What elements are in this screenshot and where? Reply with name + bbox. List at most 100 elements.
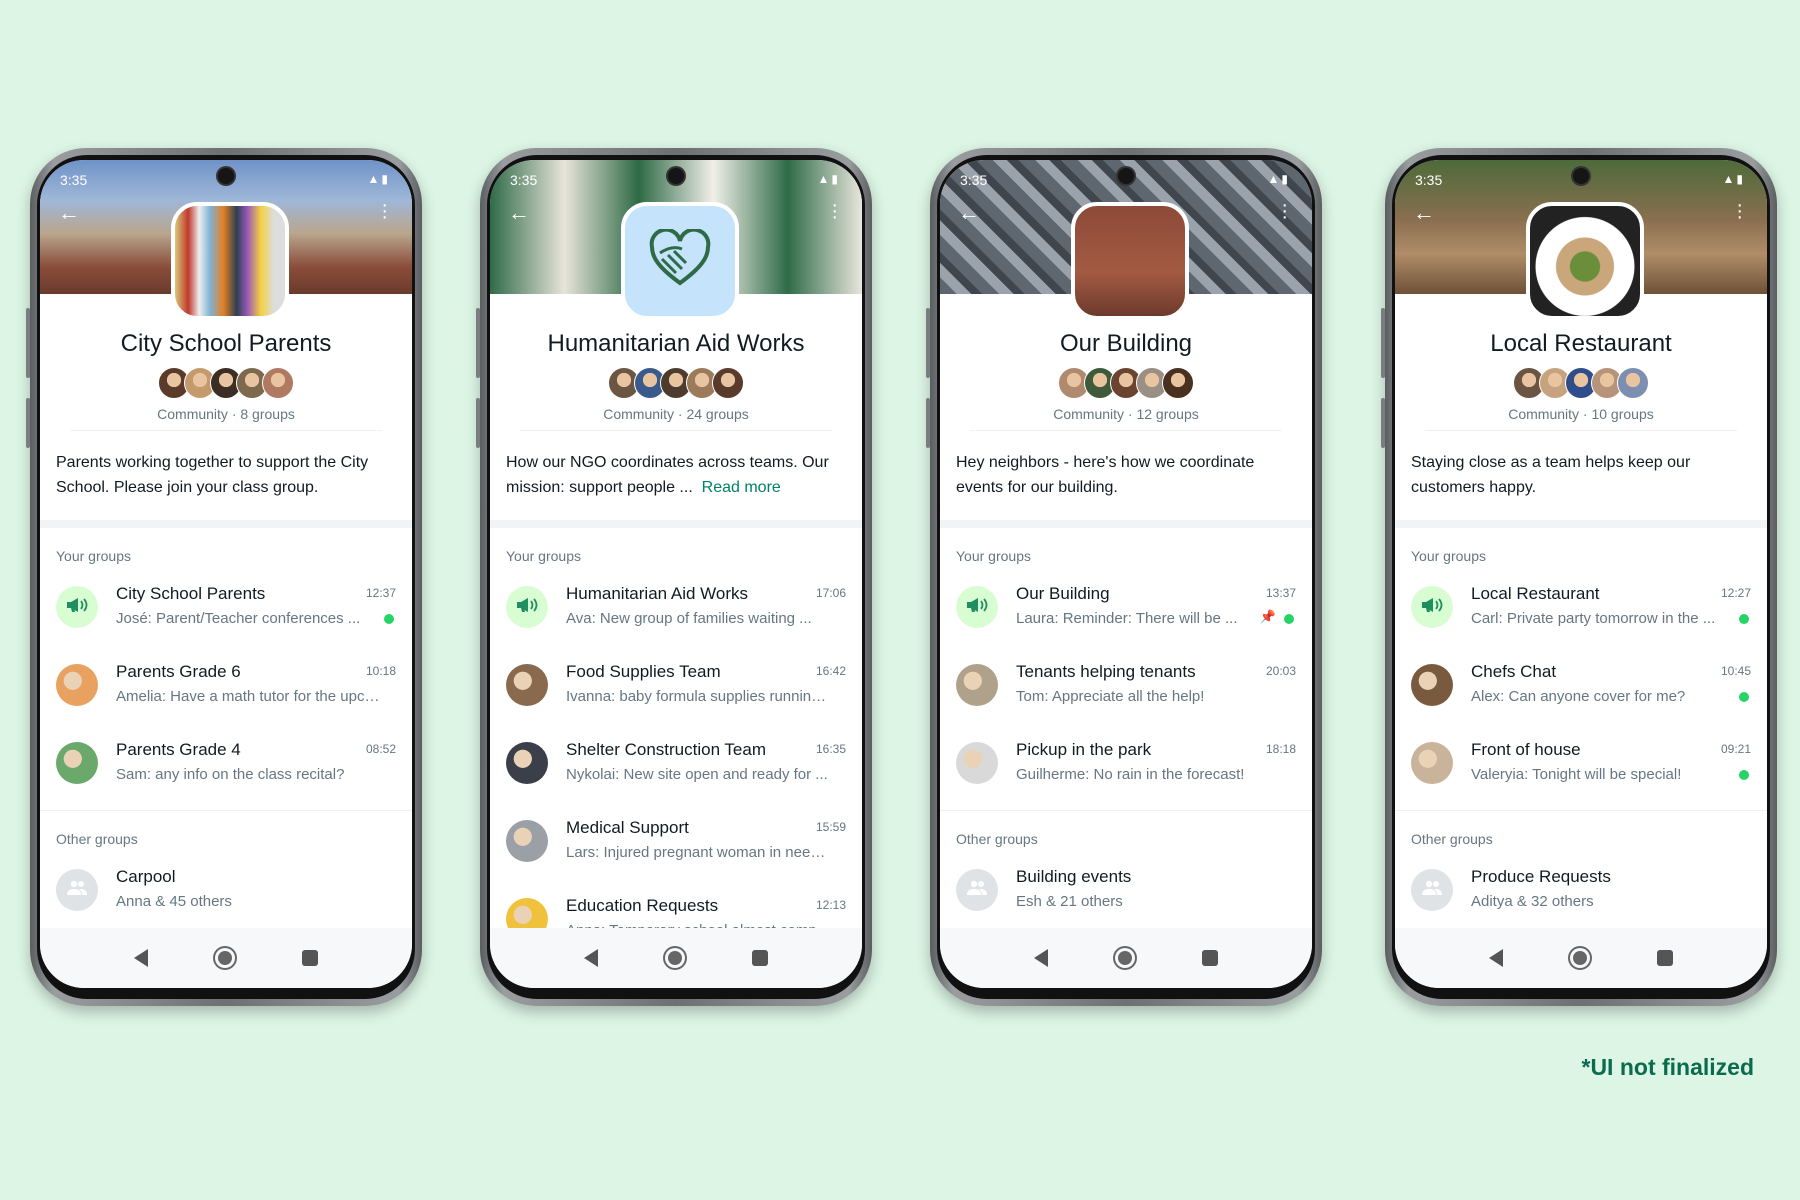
community-icon[interactable] bbox=[1071, 202, 1189, 320]
group-name: Our Building bbox=[1016, 584, 1110, 603]
back-arrow-icon[interactable]: ← bbox=[508, 200, 530, 226]
description-text: Staying close as a team helps keep our c… bbox=[1411, 454, 1691, 496]
community-meta: Community · 8 groups bbox=[157, 406, 295, 422]
groups-list[interactable]: Your groups Local Restaurant 12:27 Carl: Pr… bbox=[1395, 528, 1767, 928]
group-row[interactable]: Pickup in the park 18:18 Guilherme: No rai… bbox=[940, 732, 1312, 810]
announcement-group-avatar bbox=[956, 586, 998, 628]
pin-icon: 📌 bbox=[1259, 609, 1276, 624]
android-nav-bar bbox=[1395, 928, 1767, 988]
megaphone-icon bbox=[516, 597, 538, 618]
nav-back-icon[interactable] bbox=[1034, 949, 1048, 967]
group-row[interactable]: Parents Grade 6 10:18 Amelia: Have a math … bbox=[40, 654, 412, 732]
community-icon[interactable] bbox=[171, 202, 289, 320]
nav-recents-icon[interactable] bbox=[1202, 950, 1218, 966]
member-avatar bbox=[1617, 367, 1649, 399]
nav-back-icon[interactable] bbox=[1489, 949, 1503, 967]
front-camera bbox=[218, 168, 234, 184]
group-members: Anna & 45 others bbox=[116, 893, 232, 910]
other-group-row[interactable]: Carpool Anna & 45 others bbox=[40, 859, 412, 928]
group-last-message: Valeryia: Tonight will be special! bbox=[1471, 766, 1682, 783]
group-last-message: Guilherme: No rain in the forecast! bbox=[1016, 766, 1245, 783]
megaphone-icon bbox=[66, 597, 88, 618]
nav-home-icon[interactable] bbox=[218, 951, 232, 965]
group-row[interactable]: Medical Support 15:59 Lars: Injured pregna… bbox=[490, 810, 862, 888]
group-time: 13:37 bbox=[1265, 586, 1296, 600]
phone-screen: 3:35 ▲▮ ← · · · Our Building Community · 12 gro… bbox=[940, 160, 1312, 988]
group-time: 16:35 bbox=[815, 742, 846, 756]
groups-list[interactable]: Your groups Our Building 13:37 Laura: Remin… bbox=[940, 528, 1312, 928]
groups-list[interactable]: Your groups Humanitarian Aid Works 17:06 Av… bbox=[490, 528, 862, 928]
member-avatars[interactable] bbox=[1395, 367, 1767, 399]
member-avatars[interactable] bbox=[940, 367, 1312, 399]
announcement-group-avatar bbox=[506, 586, 548, 628]
more-options-icon[interactable]: · · · bbox=[831, 195, 838, 227]
group-time: 18:18 bbox=[1265, 742, 1296, 756]
power-button bbox=[26, 398, 30, 448]
back-arrow-icon[interactable]: ← bbox=[58, 200, 80, 226]
group-last-message: Amelia: Have a math tutor for the upco..… bbox=[116, 688, 382, 705]
volume-button bbox=[926, 308, 930, 378]
group-last-message: Sam: any info on the class recital? bbox=[116, 766, 345, 783]
nav-home-icon[interactable] bbox=[668, 951, 682, 965]
community-meta: Community · 12 groups bbox=[1053, 406, 1199, 422]
group-avatar bbox=[1411, 742, 1453, 784]
community-description: Parents working together to support the … bbox=[56, 450, 396, 500]
unread-dot bbox=[1739, 692, 1749, 702]
groups-list[interactable]: Your groups City School Parents 12:37 José:… bbox=[40, 528, 412, 928]
section-gap bbox=[1395, 520, 1767, 528]
group-row[interactable]: Local Restaurant 12:27 Carl: Private party… bbox=[1395, 576, 1767, 654]
other-group-row[interactable]: Produce Requests Aditya & 32 others bbox=[1395, 859, 1767, 928]
other-group-row[interactable]: Building events Esh & 21 others bbox=[940, 859, 1312, 928]
member-avatars[interactable] bbox=[40, 367, 412, 399]
back-arrow-icon[interactable]: ← bbox=[1413, 200, 1435, 226]
nav-home-icon[interactable] bbox=[1118, 951, 1132, 965]
nav-recents-icon[interactable] bbox=[752, 950, 768, 966]
volume-button bbox=[1381, 308, 1385, 378]
group-row[interactable]: Food Supplies Team 16:42 Ivanna: baby form… bbox=[490, 654, 862, 732]
more-options-icon[interactable]: · · · bbox=[1281, 195, 1288, 227]
group-row[interactable]: Our Building 13:37 Laura: Reminder: There … bbox=[940, 576, 1312, 654]
divider bbox=[970, 430, 1282, 431]
phone-screen: 3:35 ▲▮ ← · · · City School Parents Community ·… bbox=[40, 160, 412, 988]
group-time: 09:21 bbox=[1720, 742, 1751, 756]
nav-recents-icon[interactable] bbox=[302, 950, 318, 966]
unread-dot bbox=[1739, 770, 1749, 780]
group-row[interactable]: Humanitarian Aid Works 17:06 Ava: New grou… bbox=[490, 576, 862, 654]
group-row[interactable]: Front of house 09:21 Valeryia: Tonight wil… bbox=[1395, 732, 1767, 810]
section-gap bbox=[40, 520, 412, 528]
group-row[interactable]: Education Requests12:13Anna: Temporary s… bbox=[490, 888, 862, 928]
group-avatar bbox=[506, 898, 548, 928]
your-groups-header: Your groups bbox=[1411, 548, 1486, 564]
nav-home-icon[interactable] bbox=[1573, 951, 1587, 965]
nav-back-icon[interactable] bbox=[134, 949, 148, 967]
megaphone-icon bbox=[966, 597, 988, 618]
member-avatars[interactable] bbox=[490, 367, 862, 399]
group-row[interactable]: Tenants helping tenants 20:03 Tom: Appreci… bbox=[940, 654, 1312, 732]
group-last-message: Nykolai: New site open and ready for ... bbox=[566, 766, 828, 783]
group-row[interactable]: Shelter Construction Team 16:35 Nykolai: N… bbox=[490, 732, 862, 810]
group-time: 10:18 bbox=[365, 664, 396, 678]
more-options-icon[interactable]: · · · bbox=[1736, 195, 1743, 227]
read-more-link[interactable]: Read more bbox=[702, 479, 781, 496]
group-time: 12:13 bbox=[815, 898, 846, 912]
group-row[interactable]: Chefs Chat 10:45 Alex: Can anyone cover fo… bbox=[1395, 654, 1767, 732]
community-icon[interactable] bbox=[1526, 202, 1644, 320]
group-name: Shelter Construction Team bbox=[566, 740, 767, 759]
signal-battery-icon: ▲▮ bbox=[367, 172, 390, 186]
group-time: 12:37 bbox=[365, 586, 396, 600]
group-row[interactable]: Parents Grade 4 08:52 Sam: any info on the… bbox=[40, 732, 412, 810]
signal-battery-icon: ▲▮ bbox=[1722, 172, 1745, 186]
nav-recents-icon[interactable] bbox=[1657, 950, 1673, 966]
power-button bbox=[1381, 398, 1385, 448]
phone-screen: 3:35 ▲▮ ← · · · Local Restaurant Community · 10… bbox=[1395, 160, 1767, 988]
group-name: Education Requests bbox=[566, 896, 719, 915]
group-row[interactable]: City School Parents 12:37 José: Parent/Tea… bbox=[40, 576, 412, 654]
nav-back-icon[interactable] bbox=[584, 949, 598, 967]
group-name: Parents Grade 4 bbox=[116, 740, 241, 759]
android-nav-bar bbox=[940, 928, 1312, 988]
front-camera bbox=[668, 168, 684, 184]
back-arrow-icon[interactable]: ← bbox=[958, 200, 980, 226]
more-options-icon[interactable]: · · · bbox=[381, 195, 388, 227]
community-icon[interactable] bbox=[621, 202, 739, 320]
signal-battery-icon: ▲▮ bbox=[817, 172, 840, 186]
